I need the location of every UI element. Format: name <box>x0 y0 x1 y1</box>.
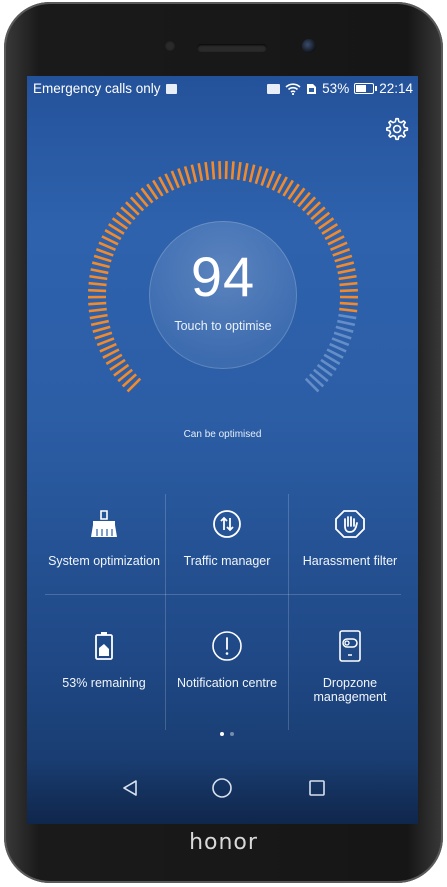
gauge-tick <box>95 248 114 257</box>
gauge-tick <box>99 342 117 353</box>
back-triangle-icon <box>123 780 137 796</box>
gauge-tick <box>164 173 175 191</box>
gauge-tick <box>339 307 358 313</box>
gauge-tick <box>266 170 276 189</box>
tile-label: Harassment filter <box>302 554 398 568</box>
gauge-tick <box>197 162 204 182</box>
gauge-tick <box>89 313 108 320</box>
gauge-tick <box>177 168 186 186</box>
gauge-tick <box>338 274 357 281</box>
gauge-tick <box>329 342 347 353</box>
earpiece-speaker <box>197 44 267 52</box>
can-be-optimised-text: Can be optimised <box>183 429 262 440</box>
gauge-tick <box>91 261 110 269</box>
traffic-icon <box>213 510 241 538</box>
gauge-tick <box>248 164 256 183</box>
gauge-tick <box>88 307 107 313</box>
gauge-tick <box>335 325 354 333</box>
gauge-tick <box>183 166 192 185</box>
gauge-tick <box>190 164 198 183</box>
gauge-tick <box>333 331 352 340</box>
gauge-tick <box>332 248 351 257</box>
home-circle-icon <box>212 778 232 798</box>
gauge-tick <box>271 173 282 191</box>
gauge-tick <box>242 162 249 182</box>
gauge-tick <box>338 313 357 320</box>
gauge-tick <box>334 254 353 263</box>
recents-button[interactable] <box>305 776 329 800</box>
traffic-manager-tile[interactable]: Traffic manager <box>166 494 288 594</box>
home-button[interactable] <box>210 776 234 800</box>
tile-label: 53% remaining <box>62 676 146 690</box>
gauge-tick <box>90 268 109 275</box>
gauge-tick <box>93 254 112 263</box>
proximity-sensor <box>164 40 176 52</box>
notification-centre-tile[interactable]: Notification centre <box>166 616 288 716</box>
gauge-tick <box>327 235 345 246</box>
broom-icon <box>91 510 117 537</box>
gauge-tick <box>96 337 115 347</box>
hand-stop-icon <box>335 510 365 538</box>
tile-label: Notification centre <box>176 676 278 690</box>
gauge-tick <box>90 319 109 327</box>
page-dot-active <box>220 732 224 736</box>
tile-label: Traffic manager <box>183 554 271 568</box>
touch-to-optimise-label: Touch to optimise <box>174 319 272 333</box>
gauge-tick <box>331 337 350 347</box>
gauge-tick <box>337 268 356 275</box>
page-indicator <box>220 732 234 736</box>
recents-square-icon <box>309 780 325 796</box>
phone-manager-screen: Emergency calls only 53% 22:14 94 Touch … <box>27 76 418 824</box>
tile-label: System optimization <box>48 554 160 568</box>
gauge-tick <box>230 161 235 180</box>
gauge-tick <box>92 325 111 333</box>
exclamation-icon <box>212 631 242 661</box>
battery-tile-icon <box>95 632 113 660</box>
page-dot <box>230 732 234 736</box>
system-optimization-tile[interactable]: System optimization <box>43 494 165 594</box>
score-value: 94 <box>190 245 256 308</box>
front-camera <box>302 39 316 53</box>
gauge-tick <box>89 274 108 281</box>
gauge-tick <box>211 161 216 180</box>
dropzone-management-tile[interactable]: Dropzone management <box>289 616 411 716</box>
grid-divider <box>45 594 401 595</box>
gauge-tick <box>336 261 355 269</box>
battery-tile[interactable]: 53% remaining <box>43 616 165 716</box>
gauge-tick <box>88 301 107 306</box>
brand-logo: honor <box>189 830 258 855</box>
gauge-tick <box>339 301 358 306</box>
gauge-tick <box>329 241 348 252</box>
gauge-tick <box>98 241 117 252</box>
back-button[interactable] <box>118 776 142 800</box>
harassment-filter-tile[interactable]: Harassment filter <box>289 494 411 594</box>
gauge-tick <box>170 170 180 189</box>
gauge-tick <box>101 235 119 246</box>
gauge-tick <box>88 281 107 287</box>
gauge-tick <box>260 168 269 186</box>
gauge-tick <box>339 281 358 287</box>
dropzone-icon <box>339 630 361 662</box>
gauge-tick <box>236 161 242 181</box>
gauge-tick <box>88 288 107 293</box>
gauge-tick <box>339 288 358 293</box>
gauge-tick <box>204 161 210 181</box>
gauge-tick <box>94 331 113 340</box>
gauge-tick <box>254 166 263 185</box>
gauge-tick <box>337 319 356 327</box>
tile-label: Dropzone management <box>313 676 387 704</box>
